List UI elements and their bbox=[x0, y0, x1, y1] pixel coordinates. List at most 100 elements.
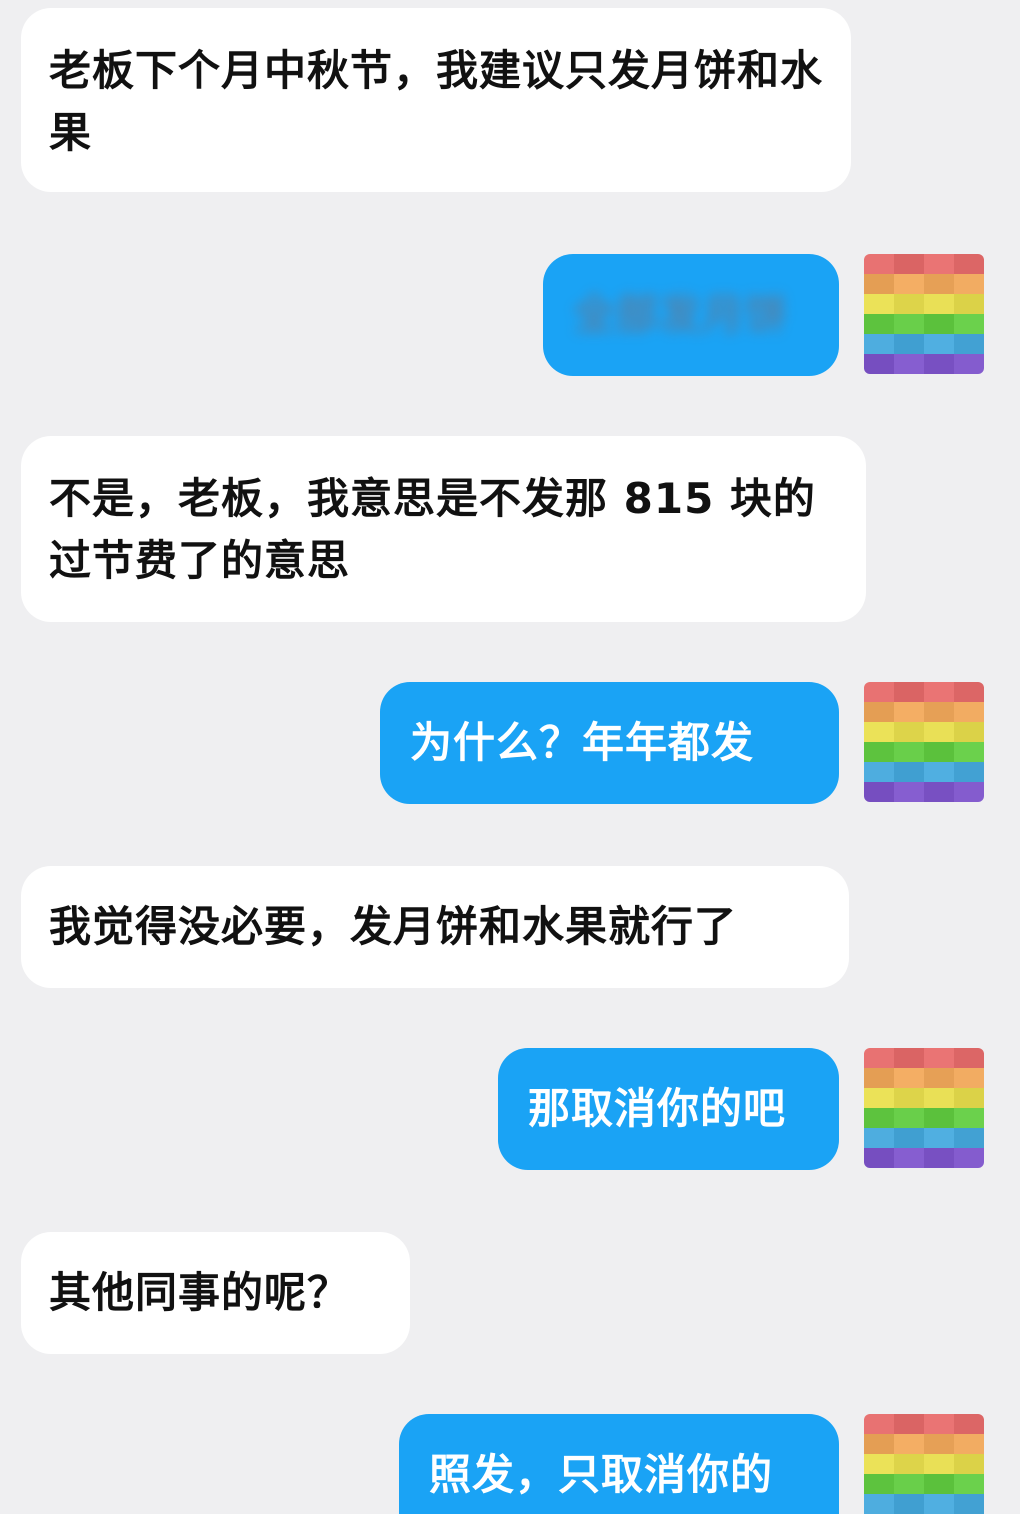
avatar-pixel bbox=[924, 1454, 954, 1474]
avatar[interactable] bbox=[864, 254, 984, 374]
avatar-pixel bbox=[954, 782, 984, 802]
avatar-pixel bbox=[864, 354, 894, 374]
avatar-pixel bbox=[864, 314, 894, 334]
avatar-pixel bbox=[924, 1128, 954, 1148]
avatar-pixel bbox=[954, 682, 984, 702]
avatar-pixel bbox=[894, 354, 924, 374]
avatar-pixel bbox=[864, 294, 894, 314]
avatar-pixel bbox=[954, 1128, 984, 1148]
avatar-pixel bbox=[864, 1494, 894, 1514]
avatar-pixel bbox=[894, 294, 924, 314]
avatar-pixel bbox=[924, 334, 954, 354]
avatar-pixel bbox=[894, 1474, 924, 1494]
avatar-pixel bbox=[954, 1108, 984, 1128]
avatar-pixel bbox=[924, 682, 954, 702]
avatar-pixel bbox=[894, 702, 924, 722]
avatar-pixel bbox=[954, 742, 984, 762]
incoming-message[interactable]: 我觉得没必要，发月饼和水果就行了 bbox=[21, 866, 849, 988]
message-text-blurred: 全部发月饼 bbox=[573, 290, 789, 339]
avatar-pixel bbox=[894, 1148, 924, 1168]
avatar-pixel bbox=[894, 1128, 924, 1148]
avatar-pixel bbox=[864, 782, 894, 802]
avatar-pixel bbox=[894, 1454, 924, 1474]
avatar-pixel bbox=[894, 1048, 924, 1068]
avatar-pixel bbox=[924, 1048, 954, 1068]
avatar-pixel bbox=[894, 274, 924, 294]
rainbow-pixel-avatar-icon bbox=[864, 1048, 984, 1168]
avatar-pixel bbox=[924, 1474, 954, 1494]
message-text: 为什么？年年都发 bbox=[410, 718, 755, 767]
avatar-pixel bbox=[924, 1434, 954, 1454]
avatar-pixel bbox=[924, 1088, 954, 1108]
avatar-pixel bbox=[864, 1454, 894, 1474]
avatar-pixel bbox=[924, 1108, 954, 1128]
avatar-pixel bbox=[954, 274, 984, 294]
avatar-pixel bbox=[864, 1434, 894, 1454]
avatar[interactable] bbox=[864, 1414, 984, 1514]
incoming-message[interactable]: 老板下个月中秋节，我建议只发月饼和水果 bbox=[21, 8, 851, 192]
avatar-pixel bbox=[954, 1048, 984, 1068]
avatar-pixel bbox=[924, 254, 954, 274]
avatar-pixel bbox=[954, 1494, 984, 1514]
avatar-pixel bbox=[894, 334, 924, 354]
avatar-pixel bbox=[924, 274, 954, 294]
avatar-pixel bbox=[954, 1434, 984, 1454]
avatar-pixel bbox=[954, 354, 984, 374]
avatar-pixel bbox=[894, 1108, 924, 1128]
chat-thread: 老板下个月中秋节，我建议只发月饼和水果 全部发月饼 不是，老板，我意思是不发那 … bbox=[0, 0, 1020, 1514]
avatar-pixel bbox=[924, 742, 954, 762]
avatar-pixel bbox=[954, 1088, 984, 1108]
avatar-pixel bbox=[894, 762, 924, 782]
avatar-pixel bbox=[924, 762, 954, 782]
incoming-message[interactable]: 其他同事的呢？ bbox=[21, 1232, 410, 1354]
avatar-pixel bbox=[864, 1128, 894, 1148]
avatar-pixel bbox=[954, 1414, 984, 1434]
avatar-pixel bbox=[864, 1068, 894, 1088]
message-text: 照发，只取消你的 bbox=[429, 1450, 774, 1499]
avatar[interactable] bbox=[864, 682, 984, 802]
avatar-pixel bbox=[864, 1088, 894, 1108]
message-text: 其他同事的呢？ bbox=[49, 1268, 351, 1317]
message-text: 那取消你的吧 bbox=[528, 1084, 787, 1133]
avatar-pixel bbox=[954, 1454, 984, 1474]
avatar-pixel bbox=[954, 702, 984, 722]
avatar-pixel bbox=[954, 1148, 984, 1168]
avatar-pixel bbox=[894, 682, 924, 702]
avatar-pixel bbox=[954, 762, 984, 782]
avatar-pixel bbox=[924, 354, 954, 374]
avatar-pixel bbox=[894, 314, 924, 334]
outgoing-message[interactable]: 全部发月饼 bbox=[543, 254, 839, 376]
avatar-pixel bbox=[924, 1494, 954, 1514]
avatar-pixel bbox=[864, 1474, 894, 1494]
avatar-pixel bbox=[864, 682, 894, 702]
outgoing-message[interactable]: 照发，只取消你的 bbox=[399, 1414, 839, 1514]
avatar-pixel bbox=[924, 1068, 954, 1088]
message-text: 老板下个月中秋节，我建议只发月饼和水果 bbox=[49, 46, 824, 157]
avatar[interactable] bbox=[864, 1048, 984, 1168]
outgoing-message[interactable]: 那取消你的吧 bbox=[498, 1048, 839, 1170]
avatar-pixel bbox=[954, 334, 984, 354]
outgoing-message[interactable]: 为什么？年年都发 bbox=[380, 682, 839, 804]
avatar-pixel bbox=[864, 1048, 894, 1068]
avatar-pixel bbox=[924, 314, 954, 334]
avatar-pixel bbox=[894, 1088, 924, 1108]
avatar-pixel bbox=[894, 1494, 924, 1514]
message-text: 我觉得没必要，发月饼和水果就行了 bbox=[49, 902, 738, 951]
avatar-pixel bbox=[924, 1414, 954, 1434]
rainbow-pixel-avatar-icon bbox=[864, 682, 984, 802]
avatar-pixel bbox=[894, 722, 924, 742]
incoming-message[interactable]: 不是，老板，我意思是不发那 815 块的过节费了的意思 bbox=[21, 436, 866, 622]
avatar-pixel bbox=[924, 294, 954, 314]
avatar-pixel bbox=[864, 702, 894, 722]
avatar-pixel bbox=[954, 314, 984, 334]
avatar-pixel bbox=[864, 1414, 894, 1434]
avatar-pixel bbox=[864, 334, 894, 354]
avatar-pixel bbox=[864, 1108, 894, 1128]
avatar-pixel bbox=[864, 1148, 894, 1168]
message-text: 不是，老板，我意思是不发那 815 块的过节费了的意思 bbox=[49, 474, 816, 585]
avatar-pixel bbox=[894, 1068, 924, 1088]
avatar-pixel bbox=[864, 742, 894, 762]
avatar-pixel bbox=[864, 762, 894, 782]
avatar-pixel bbox=[924, 722, 954, 742]
avatar-pixel bbox=[864, 254, 894, 274]
